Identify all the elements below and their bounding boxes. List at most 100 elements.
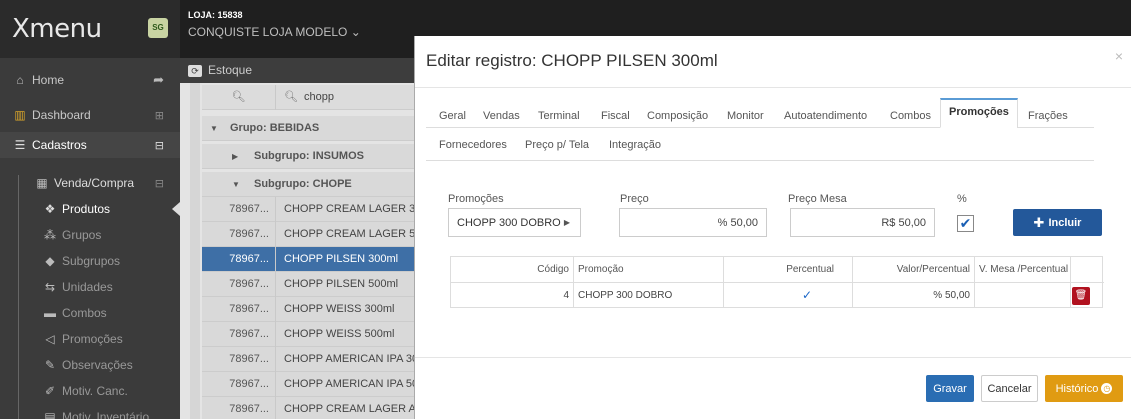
historico-button[interactable]: Histórico ◷: [1045, 375, 1123, 402]
row-name: CHOPP AMERICAN IPA 500ml: [284, 378, 415, 390]
subgroup-row[interactable]: ▼ Subgrupo: CHOPE: [202, 172, 415, 197]
row-code: 78967...: [202, 322, 276, 347]
tab-promocoes[interactable]: Promoções: [940, 98, 1018, 128]
share-icon[interactable]: ➦: [153, 72, 164, 88]
search-input[interactable]: chopp: [304, 91, 334, 103]
modal-footer-divider: [415, 357, 1131, 358]
col-actions: [1071, 257, 1104, 282]
preco-mesa-input[interactable]: R$ 50,00: [790, 208, 935, 237]
sidebar-item-label: Motiv. Canc.: [62, 384, 128, 398]
grid-gutter: [190, 83, 200, 419]
sidebar: Xmenu SG ⌂ Home ➦ ▥ Dashboard ⊞ ☰ Cadast…: [0, 0, 180, 419]
sidebar-item-grupos[interactable]: ⁂ Grupos: [0, 222, 180, 248]
refresh-icon[interactable]: ⟳: [188, 65, 202, 77]
sidebar-item-combos[interactable]: ▬ Combos: [0, 300, 180, 326]
tab-monitor[interactable]: Monitor: [727, 107, 764, 132]
cancelar-button[interactable]: Cancelar: [981, 375, 1038, 402]
sidebar-item-label: Combos: [62, 306, 107, 320]
subgroup-label: Subgrupo: INSUMOS: [254, 150, 364, 162]
sidebar-item-label: Motiv. Inventário: [62, 410, 150, 419]
sidebar-item-observacoes[interactable]: ✎ Observações: [0, 352, 180, 378]
col-promocao: Promoção: [574, 257, 724, 282]
gravar-button[interactable]: Gravar: [926, 375, 974, 402]
sidebar-item-subgrupos[interactable]: ◆ Subgrupos: [0, 248, 180, 274]
bullhorn-icon: ◁: [45, 332, 55, 346]
group-row[interactable]: ▼ Grupo: BEBIDAS: [202, 116, 415, 141]
row-name: CHOPP CREAM LAGER AV: [284, 403, 415, 415]
table-row[interactable]: 78967... CHOPP CREAM LAGER 500ml: [202, 222, 415, 247]
table-row[interactable]: 78967... CHOPP WEISS 500ml: [202, 322, 415, 347]
tab-combos[interactable]: Combos: [890, 107, 931, 132]
percent-checkbox[interactable]: ✔: [957, 215, 974, 232]
code-filter[interactable]: 🔍︎: [202, 85, 276, 110]
row-code: 78967...: [202, 247, 276, 272]
trash-icon[interactable]: 🗑︎: [1072, 287, 1090, 305]
tab-estoque[interactable]: ⟳ Estoque: [188, 63, 252, 77]
incluir-label: Incluir: [1048, 216, 1082, 229]
sidebar-item-label: Dashboard: [32, 108, 91, 122]
row-name: CHOPP WEISS 300ml: [284, 303, 395, 315]
sidebar-item-dashboard[interactable]: ▥ Dashboard ⊞: [0, 102, 180, 128]
preco-input[interactable]: % 50,00: [619, 208, 767, 237]
tab-fornecedores[interactable]: Fornecedores: [439, 136, 507, 161]
tab-fracoes[interactable]: Frações: [1028, 107, 1068, 132]
sidebar-item-home[interactable]: ⌂ Home ➦: [0, 66, 180, 94]
tab-vendas[interactable]: Vendas: [483, 107, 520, 132]
col-valor-percentual: Valor/Percentual: [853, 257, 975, 282]
sidebar-item-venda-compra[interactable]: ▦ Venda/Compra ⊟: [0, 170, 180, 196]
cell-promocao: CHOPP 300 DOBRO: [574, 283, 724, 308]
promocoes-label: Promoções: [448, 193, 504, 205]
row-code: 78967...: [202, 297, 276, 322]
preco-label: Preço: [620, 193, 649, 205]
close-icon[interactable]: ×: [1115, 48, 1123, 64]
tab-terminal[interactable]: Terminal: [538, 107, 580, 132]
tab-geral[interactable]: Geral: [439, 107, 466, 132]
sidebar-item-produtos[interactable]: ❖ Produtos: [0, 196, 180, 222]
tab-divider: [426, 160, 1094, 161]
tab-fiscal[interactable]: Fiscal: [601, 107, 630, 132]
cell-codigo: 4: [451, 283, 574, 308]
home-icon: ⌂: [16, 73, 24, 87]
table-row[interactable]: 78967... CHOPP CREAM LAGER AV: [202, 397, 415, 419]
sidebar-item-unidades[interactable]: ⇆ Unidades: [0, 274, 180, 300]
sidebar-item-cadastros[interactable]: ☰ Cadastros ⊟: [0, 132, 180, 158]
app-logo: Xmenu: [12, 14, 102, 44]
name-filter[interactable]: 🔍︎ chopp: [278, 85, 415, 110]
app-badge[interactable]: SG: [148, 18, 168, 38]
sidebar-item-label: Subgrupos: [62, 254, 121, 268]
check-icon: ✓: [724, 283, 853, 308]
tab-preco-tela[interactable]: Preço p/ Tela: [525, 136, 589, 161]
col-mesa-percentual: V. Mesa /Percentual: [975, 257, 1071, 282]
paperclip-icon: ✎: [44, 358, 56, 372]
row-name: CHOPP AMERICAN IPA 300ml: [284, 353, 415, 365]
subgroup-row[interactable]: ▶ Subgrupo: INSUMOS: [202, 144, 415, 169]
store-selector[interactable]: CONQUISTE LOJA MODELO ⌄: [188, 25, 361, 39]
table-row-selected[interactable]: 78967... CHOPP PILSEN 300ml: [202, 247, 415, 272]
search-icon: 🔍︎: [284, 91, 298, 103]
bar-chart-icon: ▥: [14, 108, 26, 122]
table-row[interactable]: 78967... CHOPP AMERICAN IPA 500ml: [202, 372, 415, 397]
incluir-button[interactable]: ✚ Incluir: [1013, 209, 1102, 236]
modal-title: Editar registro: CHOPP PILSEN 300ml: [426, 51, 718, 70]
table-row[interactable]: 78967... CHOPP PILSEN 500ml: [202, 272, 415, 297]
plus-icon: ✚: [1033, 214, 1045, 230]
table-row[interactable]: 78967... CHOPP AMERICAN IPA 300ml: [202, 347, 415, 372]
promocoes-select[interactable]: CHOPP 300 DOBRO ▶: [448, 208, 581, 237]
col-percentual: Percentual: [724, 257, 853, 282]
sidebar-item-label: Grupos: [62, 228, 102, 242]
sidebar-item-motiv-canc[interactable]: ✐ Motiv. Canc.: [0, 378, 180, 404]
row-code: 78967...: [202, 197, 276, 222]
tab-composicao[interactable]: Composição: [647, 107, 708, 132]
sidebar-item-motiv-inventario[interactable]: ▤ Motiv. Inventário: [0, 404, 180, 419]
expand-icon: ⊞: [154, 109, 164, 122]
expand-caret-icon[interactable]: ▶: [232, 144, 238, 169]
tab-integracao[interactable]: Integração: [609, 136, 661, 161]
table-row[interactable]: 78967... CHOPP CREAM LAGER 300ml: [202, 197, 415, 222]
collapse-caret-icon[interactable]: ▼: [232, 172, 240, 197]
sidebar-item-label: Home: [32, 73, 65, 87]
table-row[interactable]: 78967... CHOPP WEISS 300ml: [202, 297, 415, 322]
clock-icon: ◷: [1101, 383, 1113, 394]
sidebar-item-promocoes[interactable]: ◁ Promoções: [0, 326, 180, 352]
collapse-caret-icon[interactable]: ▼: [210, 116, 218, 141]
tab-autoatendimento[interactable]: Autoatendimento: [784, 107, 867, 132]
